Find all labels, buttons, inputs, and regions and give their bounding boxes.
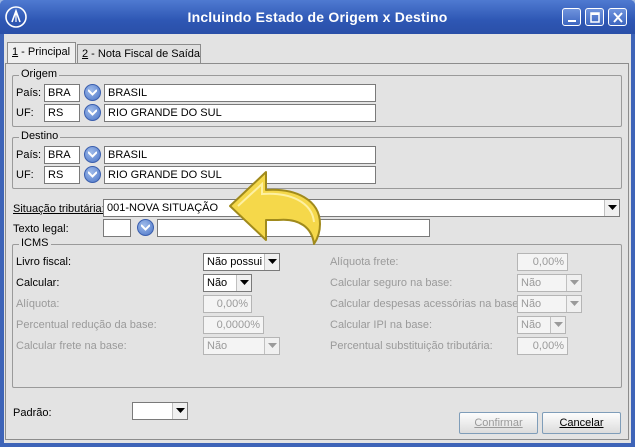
close-icon	[613, 12, 623, 23]
triangle-down-icon	[608, 205, 617, 210]
origem-uf-name-input[interactable]: RIO GRANDE DO SUL	[104, 104, 376, 122]
calc-seguro-value: Não	[521, 277, 542, 289]
triangle-down-icon	[268, 343, 277, 348]
texto-legal-code-input[interactable]	[103, 219, 131, 237]
destino-pais-label: País:	[16, 149, 42, 161]
cancelar-button[interactable]: Cancelar	[542, 412, 621, 434]
calc-frete-base-dropdown-button[interactable]	[264, 338, 279, 354]
calc-frete-base-value: Não	[207, 340, 228, 352]
texto-legal-lookup-button[interactable]	[137, 219, 154, 236]
destino-pais-lookup-button[interactable]	[84, 146, 101, 163]
triangle-down-icon	[268, 259, 277, 264]
destino-uf-lookup-button[interactable]	[84, 166, 101, 183]
padrao-dropdown-button[interactable]	[172, 403, 187, 419]
origem-uf-label: UF:	[16, 107, 34, 119]
origem-uf-lookup-button[interactable]	[84, 104, 101, 121]
calc-ipi-dropdown-button[interactable]	[550, 317, 565, 333]
origem-group: Origem País: BRA BRASIL UF: RS RIO GRAND…	[12, 68, 622, 127]
dialog-window: Incluindo Estado de Origem x Destino 1 -…	[0, 0, 635, 447]
icms-group: ICMS Livro fiscal: Não possui Calcular: …	[12, 237, 622, 388]
calc-despesas-select[interactable]: Não	[517, 295, 582, 313]
origem-pais-name-input[interactable]: BRASIL	[104, 84, 376, 102]
chevron-down-icon	[88, 151, 97, 158]
calcular-value: Não	[207, 277, 228, 289]
padrao-select[interactable]	[132, 402, 188, 420]
minimize-icon	[568, 20, 576, 22]
calc-frete-base-label: Calcular frete na base:	[16, 340, 127, 352]
calcular-select[interactable]: Não	[203, 274, 252, 292]
aliquota-frete-input[interactable]: 0,00%	[517, 253, 568, 271]
origem-pais-code-input[interactable]: BRA	[44, 84, 80, 102]
close-button[interactable]	[608, 8, 627, 26]
chevron-down-icon	[88, 109, 97, 116]
aliquota-input[interactable]: 0,00%	[203, 295, 252, 313]
destino-legend: Destino	[19, 130, 61, 142]
origem-pais-label: País:	[16, 87, 42, 99]
icms-legend: ICMS	[19, 237, 51, 249]
origem-uf-code-input[interactable]: RS	[44, 104, 80, 122]
destino-uf-code-input[interactable]: RS	[44, 166, 80, 184]
calc-despesas-value: Não	[521, 298, 542, 310]
calc-despesas-label: Calcular despesas acessórias na base:	[330, 298, 522, 310]
tab-panel-principal: Origem País: BRA BRASIL UF: RS RIO GRAND…	[5, 63, 629, 440]
situacao-tributaria-label: Situação tributária:	[13, 203, 105, 215]
calc-ipi-select[interactable]: Não	[517, 316, 566, 334]
situacao-dropdown-button[interactable]	[604, 200, 619, 216]
perc-reducao-label: Percentual redução da base:	[16, 319, 157, 331]
destino-pais-code-input[interactable]: BRA	[44, 146, 80, 164]
perc-reducao-input[interactable]: 0,0000%	[203, 316, 264, 334]
triangle-down-icon	[554, 322, 563, 327]
aliquota-label: Alíquota:	[16, 298, 60, 310]
triangle-down-icon	[240, 280, 249, 285]
calc-seguro-dropdown-button[interactable]	[566, 275, 581, 291]
calc-seguro-select[interactable]: Não	[517, 274, 582, 292]
window-title: Incluindo Estado de Origem x Destino	[187, 9, 448, 25]
livro-fiscal-label: Livro fiscal:	[16, 256, 72, 268]
title-bar[interactable]: Incluindo Estado de Origem x Destino	[0, 0, 635, 34]
tab-nota-fiscal-saida[interactable]: 2 - Nota Fiscal de Saída	[77, 44, 201, 63]
chevron-down-icon	[88, 89, 97, 96]
tab-nota-fiscal-label: - Nota Fiscal de Saída	[88, 48, 201, 60]
origem-pais-lookup-button[interactable]	[84, 84, 101, 101]
perc-subst-input[interactable]: 0,00%	[517, 337, 568, 355]
livro-fiscal-value: Não possui	[207, 256, 263, 268]
situacao-tributaria-value: 001-NOVA SITUAÇÃO	[107, 202, 219, 214]
livro-fiscal-select[interactable]: Não possui	[203, 253, 280, 271]
triangle-down-icon	[176, 408, 185, 413]
calcular-dropdown-button[interactable]	[236, 275, 251, 291]
perc-subst-label: Percentual substituição tributária:	[330, 340, 493, 352]
curved-arrow-icon	[229, 171, 321, 245]
destino-uf-label: UF:	[16, 169, 34, 181]
livro-fiscal-dropdown-button[interactable]	[264, 254, 279, 270]
padrao-label: Padrão:	[13, 407, 52, 419]
texto-legal-label: Texto legal:	[13, 223, 69, 235]
calc-seguro-label: Calcular seguro na base:	[330, 277, 453, 289]
confirmar-button[interactable]: Confirmar	[459, 412, 538, 434]
triangle-down-icon	[570, 301, 579, 306]
calc-ipi-value: Não	[521, 319, 542, 331]
confirmar-label: Confirmar	[474, 417, 523, 429]
aliquota-frete-label: Alíquota frete:	[330, 256, 399, 268]
tab-principal-label: - Principal	[18, 46, 71, 58]
triangle-down-icon	[570, 280, 579, 285]
maximize-icon	[590, 12, 600, 23]
situacao-tributaria-select[interactable]: 001-NOVA SITUAÇÃO	[103, 199, 620, 217]
calc-despesas-dropdown-button[interactable]	[566, 296, 581, 312]
tab-principal[interactable]: 1 - Principal	[7, 42, 76, 64]
destino-pais-name-input[interactable]: BRASIL	[104, 146, 376, 164]
minimize-button[interactable]	[562, 8, 581, 26]
maximize-button[interactable]	[585, 8, 604, 26]
calcular-label: Calcular:	[16, 277, 60, 289]
chevron-down-icon	[88, 171, 97, 178]
origem-legend: Origem	[19, 68, 60, 80]
calc-ipi-label: Calcular IPI na base:	[330, 319, 433, 331]
cancelar-label: Cancelar	[559, 417, 604, 429]
calc-frete-base-select[interactable]: Não	[203, 337, 280, 355]
chevron-down-icon	[141, 224, 150, 231]
